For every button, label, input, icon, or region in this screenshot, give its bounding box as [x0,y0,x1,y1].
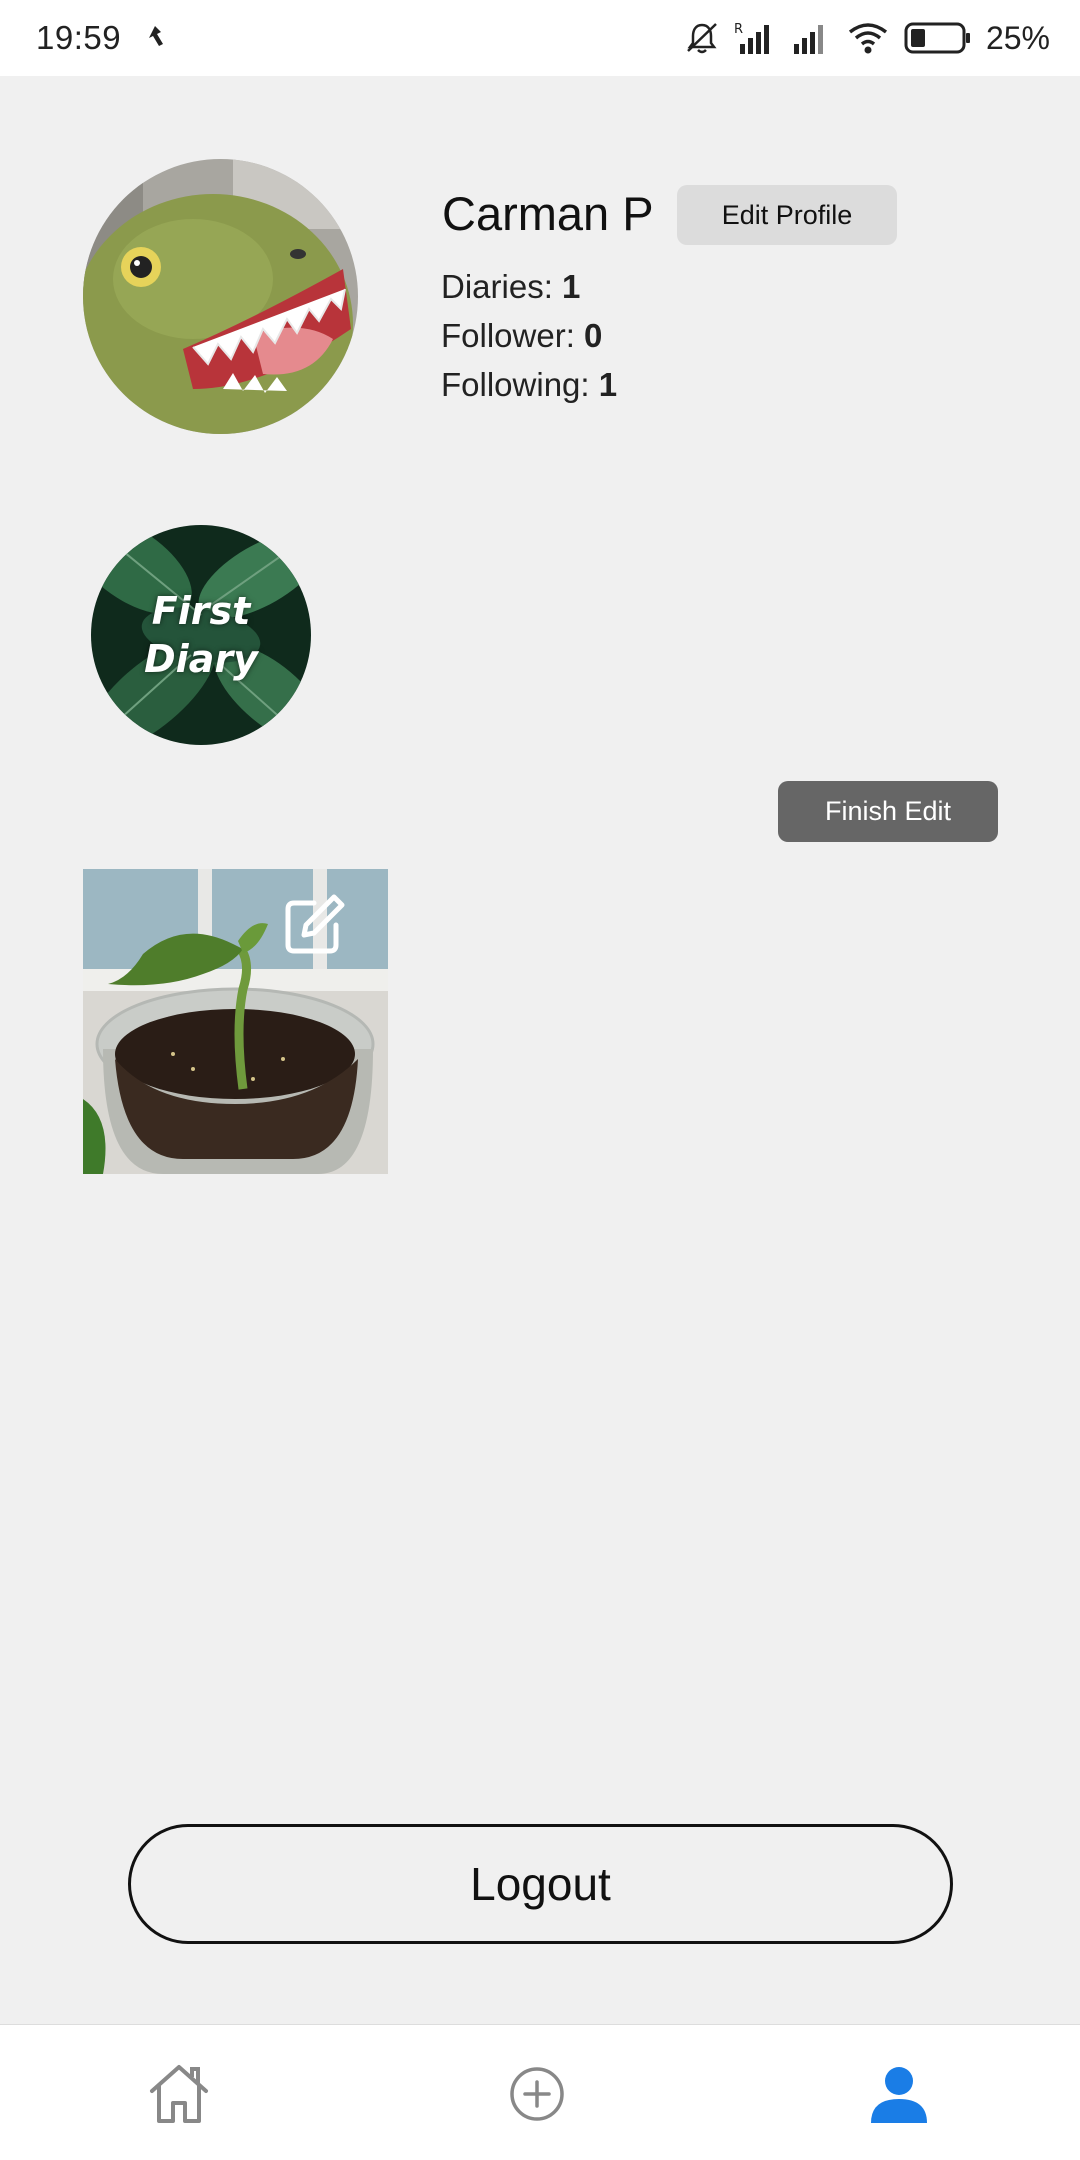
stat-value: 0 [584,317,603,354]
profile-name: Carman P [442,187,654,240]
stat-label: Diaries: [441,268,563,305]
finish-edit-button[interactable]: Finish Edit [778,781,998,842]
diary-highlight[interactable]: First Diary [91,525,311,745]
highlight-title-line: First [151,589,251,633]
edit-profile-button[interactable]: Edit Profile [677,185,897,245]
logout-button[interactable]: Logout [128,1824,953,1944]
nav-profile[interactable] [864,2059,934,2129]
battery-icon [904,22,970,54]
nav-home[interactable] [144,2059,214,2129]
highlight-title-line: Diary [144,637,258,681]
notification-icon [149,26,164,46]
edit-icon[interactable] [280,891,348,959]
home-icon [150,2065,208,2123]
battery-percentage: 25% [985,19,1050,56]
signal-roaming-icon: R [734,22,769,54]
nav-add[interactable] [502,2059,572,2129]
diaries-stat: Diaries: 1 [441,268,580,306]
person-icon [871,2067,927,2123]
avatar[interactable] [83,159,358,434]
bottom-navigation [0,2024,1080,2160]
add-circle-icon [510,2067,564,2121]
status-time: 19:59 [36,19,122,56]
follower-stat[interactable]: Follower: 0 [441,317,602,355]
wifi-icon [848,23,888,54]
stat-value: 1 [598,366,618,403]
mute-bell-icon [687,23,717,54]
status-bar: 19:59 R 25% [0,0,1080,76]
stat-label: Follower: [441,317,585,354]
signal-icon [793,25,823,54]
svg-text:R: R [734,22,743,37]
diary-tile[interactable] [83,869,388,1174]
following-stat[interactable]: Following: 1 [441,366,617,404]
stat-value: 1 [562,268,581,305]
highlight-title: First Diary [91,587,311,683]
stat-label: Following: [441,366,599,403]
dinosaur-avatar-image [83,159,358,434]
